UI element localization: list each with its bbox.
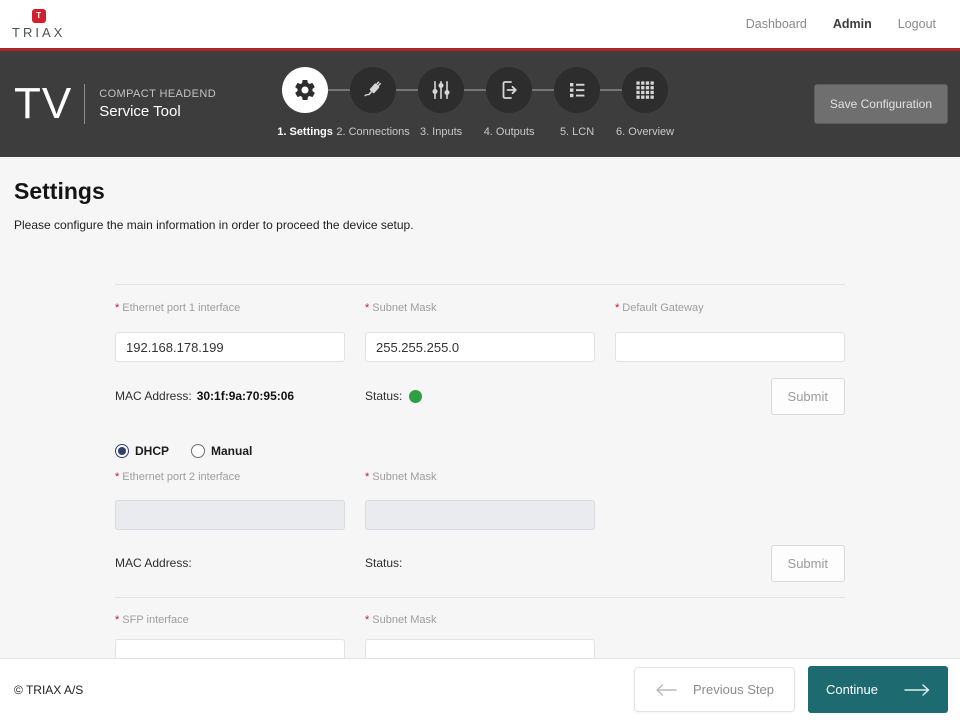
page-title: Settings xyxy=(14,178,960,205)
step-connector xyxy=(328,89,350,91)
grid-icon xyxy=(633,78,657,102)
sfp-interface-input[interactable] xyxy=(115,639,345,658)
eth2-submit-button[interactable]: Submit xyxy=(771,545,845,582)
previous-step-button[interactable]: Previous Step xyxy=(634,667,795,712)
mac-address-1: MAC Address:30:1f:9a:70:95:06 xyxy=(115,389,345,403)
subnet-mask-3-label: *Subnet Mask xyxy=(365,598,595,626)
step-connections[interactable]: 2. Connections xyxy=(350,67,396,138)
step-circle xyxy=(282,67,328,113)
required-marker: * xyxy=(115,614,119,626)
step-label-connections: 2. Connections xyxy=(336,126,409,138)
sliders-icon xyxy=(429,78,453,102)
step-circle xyxy=(554,67,600,113)
plug-icon xyxy=(361,78,385,102)
sfp-label-row: *SFP interface *Subnet Mask xyxy=(115,598,845,626)
triax-logo[interactable]: T TRIAX xyxy=(12,9,65,40)
mac-address-2: MAC Address: xyxy=(115,556,345,570)
required-marker: * xyxy=(115,471,119,483)
mac-address-1-value: 30:1f:9a:70:95:06 xyxy=(197,389,294,403)
app-header: TV COMPACT HEADEND Service Tool 1. Setti… xyxy=(0,51,960,157)
ethernet-port-2-label: *Ethernet port 2 interface xyxy=(115,458,345,483)
page-subtitle: Please configure the main information in… xyxy=(14,218,960,232)
dhcp-radio[interactable] xyxy=(115,444,129,458)
step-lcn[interactable]: 5. LCN xyxy=(554,67,600,138)
output-icon xyxy=(497,78,521,102)
main-content: Settings Please configure the main infor… xyxy=(0,157,960,658)
step-connector xyxy=(396,89,418,91)
eth1-input-row xyxy=(115,332,845,362)
brand-line2: Service Tool xyxy=(99,103,216,120)
manual-radio[interactable] xyxy=(191,444,205,458)
step-connector xyxy=(600,89,622,91)
top-bar: T TRIAX Dashboard Admin Logout xyxy=(0,0,960,48)
eth1-submit-button[interactable]: Submit xyxy=(771,378,845,415)
save-configuration-button[interactable]: Save Configuration xyxy=(814,84,948,124)
list-icon xyxy=(565,78,589,102)
wizard-steps: 1. Settings 2. Connections xyxy=(282,67,668,138)
nav-link-admin[interactable]: Admin xyxy=(833,17,872,31)
subnet-mask-1-label: *Subnet Mask xyxy=(365,285,595,314)
subnet-mask-2-input xyxy=(365,500,595,530)
required-marker: * xyxy=(365,302,369,314)
step-circle xyxy=(418,67,464,113)
manual-radio-label: Manual xyxy=(211,444,252,458)
copyright-text: © TRIAX A/S xyxy=(14,683,83,697)
arrow-left-icon xyxy=(655,684,677,696)
settings-form: *Ethernet port 1 interface *Subnet Mask … xyxy=(115,284,845,658)
required-marker: * xyxy=(365,471,369,483)
status-green-dot xyxy=(409,390,422,403)
brand-line1: COMPACT HEADEND xyxy=(99,88,216,100)
step-circle xyxy=(486,67,532,113)
step-label-outputs: 4. Outputs xyxy=(484,126,535,138)
step-outputs[interactable]: 4. Outputs xyxy=(486,67,532,138)
brand-product: TV xyxy=(14,82,72,126)
required-marker: * xyxy=(615,302,619,314)
step-overview[interactable]: 6. Overview xyxy=(622,67,668,138)
step-inputs[interactable]: 3. Inputs xyxy=(418,67,464,138)
step-label-overview: 6. Overview xyxy=(616,126,674,138)
step-settings[interactable]: 1. Settings xyxy=(282,67,328,138)
subnet-mask-1-input[interactable] xyxy=(365,332,595,362)
dhcp-radio-option[interactable]: DHCP xyxy=(115,444,169,458)
triax-logo-icon: T xyxy=(32,9,46,23)
status-1: Status: xyxy=(365,389,595,403)
step-label-inputs: 3. Inputs xyxy=(420,126,462,138)
eth2-input-row xyxy=(115,500,845,530)
required-marker: * xyxy=(115,302,119,314)
nav-link-dashboard[interactable]: Dashboard xyxy=(746,17,807,31)
required-marker: * xyxy=(365,614,369,626)
arrow-right-icon xyxy=(904,684,930,696)
step-connector xyxy=(464,89,486,91)
sfp-interface-label: *SFP interface xyxy=(115,598,345,626)
ethernet-port-2-input xyxy=(115,500,345,530)
step-circle xyxy=(350,67,396,113)
manual-radio-option[interactable]: Manual xyxy=(191,444,252,458)
default-gateway-label: *Default Gateway xyxy=(615,285,845,314)
triax-logo-text: TRIAX xyxy=(12,25,65,40)
eth1-info-row: MAC Address:30:1f:9a:70:95:06 Status: Su… xyxy=(115,377,845,415)
ethernet-port-1-input[interactable] xyxy=(115,332,345,362)
eth1-label-row: *Ethernet port 1 interface *Subnet Mask … xyxy=(115,285,845,314)
subnet-mask-2-label: *Subnet Mask xyxy=(365,458,595,483)
eth2-mode-radios: DHCP Manual xyxy=(115,444,845,458)
status-2: Status: xyxy=(365,556,595,570)
ethernet-port-1-label: *Ethernet port 1 interface xyxy=(115,285,345,314)
continue-button[interactable]: Continue xyxy=(808,666,948,713)
dhcp-radio-label: DHCP xyxy=(135,444,169,458)
brand-separator xyxy=(84,84,85,124)
default-gateway-input[interactable] xyxy=(615,332,845,362)
step-label-settings: 1. Settings xyxy=(277,126,333,138)
gear-icon xyxy=(293,78,317,102)
footer-bar: © TRIAX A/S Previous Step Continue xyxy=(0,658,960,720)
sfp-input-row xyxy=(115,639,845,658)
step-circle xyxy=(622,67,668,113)
nav-link-logout[interactable]: Logout xyxy=(898,17,936,31)
step-connector xyxy=(532,89,554,91)
top-navigation: Dashboard Admin Logout xyxy=(746,17,936,31)
eth2-info-row: MAC Address: Status: Submit xyxy=(115,544,845,582)
brand-block: TV COMPACT HEADEND Service Tool xyxy=(14,82,216,126)
step-label-lcn: 5. LCN xyxy=(560,126,594,138)
subnet-mask-3-input[interactable] xyxy=(365,639,595,658)
eth2-label-row: *Ethernet port 2 interface *Subnet Mask xyxy=(115,458,845,483)
